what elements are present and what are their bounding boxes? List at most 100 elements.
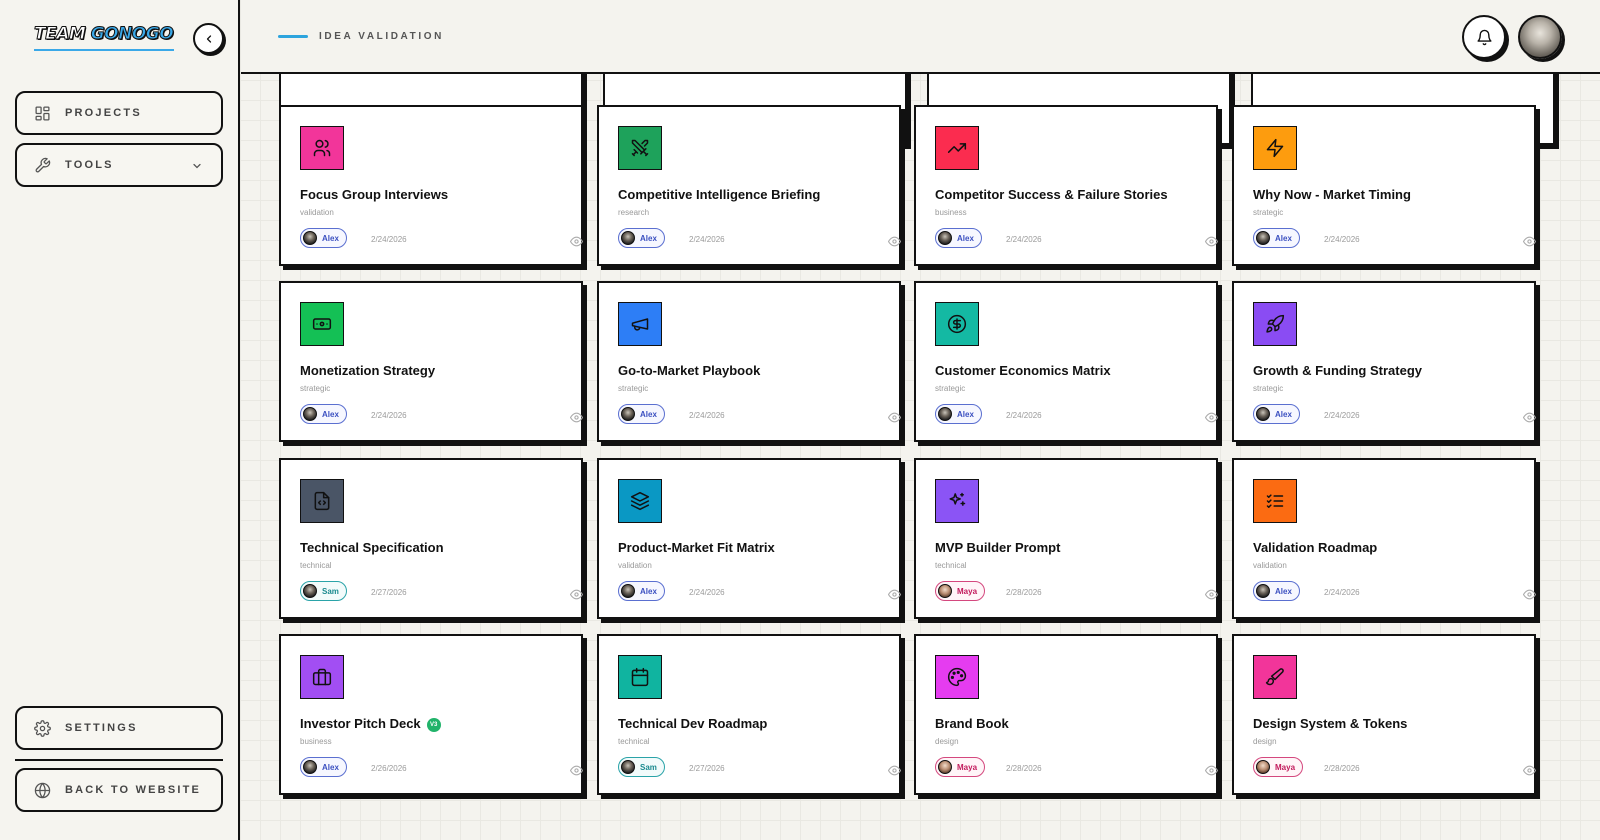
document-card[interactable]: Go-to-Market Playbook strategic Alex 2/2… <box>597 281 901 442</box>
card-title: MVP Builder Prompt <box>935 540 1061 555</box>
nav-projects-button[interactable]: PROJECTS <box>15 91 223 135</box>
document-card[interactable]: Design System & Tokens design Maya 2/28/… <box>1232 634 1536 795</box>
eye-icon[interactable] <box>888 588 901 601</box>
author-chip[interactable]: Alex <box>1253 581 1300 601</box>
document-card[interactable]: Brand Book design Maya 2/28/2026 <box>914 634 1218 795</box>
eye-icon[interactable] <box>888 235 901 248</box>
card-icon-box <box>300 302 344 346</box>
card-title: Monetization Strategy <box>300 363 436 378</box>
eye-icon[interactable] <box>1205 235 1218 248</box>
card-date: 2/27/2026 <box>371 588 407 597</box>
card-category: strategic <box>1253 384 1284 393</box>
eye-icon[interactable] <box>1205 588 1218 601</box>
file-code-icon <box>314 491 330 511</box>
eye-icon[interactable] <box>888 764 901 777</box>
author-chip[interactable]: Sam <box>300 581 347 601</box>
document-card[interactable]: Why Now - Market Timing strategic Alex 2… <box>1232 105 1536 266</box>
card-icon-box <box>618 126 662 170</box>
layers-icon <box>630 491 650 511</box>
user-avatar[interactable] <box>1518 15 1562 59</box>
card-date: 2/24/2026 <box>1324 411 1360 420</box>
eye-icon[interactable] <box>1523 235 1536 248</box>
card-icon-box <box>935 126 979 170</box>
author-chip[interactable]: Alex <box>618 228 665 248</box>
author-name: Alex <box>640 409 657 419</box>
author-avatar <box>621 760 635 774</box>
sidebar-divider <box>15 759 223 761</box>
author-name: Alex <box>957 233 974 243</box>
card-icon-box <box>618 479 662 523</box>
author-avatar <box>938 407 952 421</box>
card-category: validation <box>300 208 334 217</box>
author-chip[interactable]: Alex <box>1253 404 1300 424</box>
document-card[interactable]: Product-Market Fit Matrix validation Ale… <box>597 458 901 619</box>
document-card[interactable]: Customer Economics Matrix strategic Alex… <box>914 281 1218 442</box>
document-card[interactable]: Validation Roadmap validation Alex 2/24/… <box>1232 458 1536 619</box>
logo[interactable]: TEAM GONOGO <box>33 24 174 44</box>
author-avatar <box>938 584 952 598</box>
collapse-sidebar-button[interactable] <box>193 23 224 54</box>
eye-icon[interactable] <box>1523 411 1536 424</box>
card-date: 2/24/2026 <box>689 588 725 597</box>
author-chip[interactable]: Maya <box>1253 757 1304 777</box>
notifications-button[interactable] <box>1462 15 1506 59</box>
document-card[interactable]: Competitive Intelligence Briefing resear… <box>597 105 901 266</box>
header-accent-line <box>278 35 308 38</box>
author-chip[interactable]: Alex <box>300 228 347 248</box>
author-name: Alex <box>1275 233 1292 243</box>
card-title: Focus Group Interviews <box>300 187 449 202</box>
document-card[interactable]: Competitor Success & Failure Stories bus… <box>914 105 1218 266</box>
eye-icon[interactable] <box>570 235 583 248</box>
document-card[interactable]: Technical Dev Roadmap technical Sam 2/27… <box>597 634 901 795</box>
document-card[interactable]: Technical Specification technical Sam 2/… <box>279 458 583 619</box>
card-icon-box <box>300 479 344 523</box>
author-name: Sam <box>640 762 657 772</box>
eye-icon[interactable] <box>1523 764 1536 777</box>
author-name: Alex <box>640 586 657 596</box>
eye-icon[interactable] <box>888 411 901 424</box>
author-avatar <box>1256 584 1270 598</box>
author-chip[interactable]: Alex <box>935 228 982 248</box>
card-title: Why Now - Market Timing <box>1253 187 1411 202</box>
logo-text-gonogo: GONOGO <box>90 24 174 44</box>
author-chip[interactable]: Alex <box>1253 228 1300 248</box>
list-checks-icon <box>1266 494 1284 508</box>
rocket-icon <box>1266 314 1285 333</box>
author-chip[interactable]: Alex <box>935 404 982 424</box>
card-title: Brand Book <box>935 716 1009 731</box>
document-card[interactable]: MVP Builder Prompt technical Maya 2/28/2… <box>914 458 1218 619</box>
eye-icon[interactable] <box>1523 588 1536 601</box>
eye-icon[interactable] <box>570 588 583 601</box>
document-card[interactable]: Focus Group Interviews validation Alex 2… <box>279 105 583 266</box>
document-card[interactable]: Investor Pitch Deck V3 business Alex 2/26… <box>279 634 583 795</box>
card-category: strategic <box>935 384 966 393</box>
sidebar: TEAM GONOGO PROJECTS TOOLS SETTINGS BACK… <box>0 0 240 840</box>
card-date: 2/28/2026 <box>1324 764 1360 773</box>
card-date: 2/28/2026 <box>1006 588 1042 597</box>
author-chip[interactable]: Sam <box>618 757 665 777</box>
author-chip[interactable]: Alex <box>618 581 665 601</box>
author-chip[interactable]: Maya <box>935 757 986 777</box>
card-title: Growth & Funding Strategy <box>1253 363 1422 378</box>
eye-icon[interactable] <box>570 411 583 424</box>
card-category: research <box>618 208 650 217</box>
author-avatar <box>303 407 317 421</box>
back-to-website-button[interactable]: BACK TO WEBSITE <box>15 768 223 812</box>
eye-icon[interactable] <box>570 764 583 777</box>
nav-projects-label: PROJECTS <box>65 107 142 119</box>
author-chip[interactable]: Alex <box>300 404 347 424</box>
eye-icon[interactable] <box>1205 411 1218 424</box>
nav-tools-button[interactable]: TOOLS <box>15 143 223 187</box>
author-chip[interactable]: Alex <box>300 757 347 777</box>
eye-icon[interactable] <box>1205 764 1218 777</box>
card-category: technical <box>618 737 650 746</box>
author-chip[interactable]: Maya <box>935 581 986 601</box>
card-date: 2/24/2026 <box>371 235 407 244</box>
document-card[interactable]: Monetization Strategy strategic Alex 2/2… <box>279 281 583 442</box>
author-chip[interactable]: Alex <box>618 404 665 424</box>
version-badge: V3 <box>426 718 441 732</box>
card-title: Technical Specification <box>300 540 444 555</box>
settings-button[interactable]: SETTINGS <box>15 706 223 750</box>
document-card[interactable]: Growth & Funding Strategy strategic Alex… <box>1232 281 1536 442</box>
card-date: 2/28/2026 <box>1006 764 1042 773</box>
